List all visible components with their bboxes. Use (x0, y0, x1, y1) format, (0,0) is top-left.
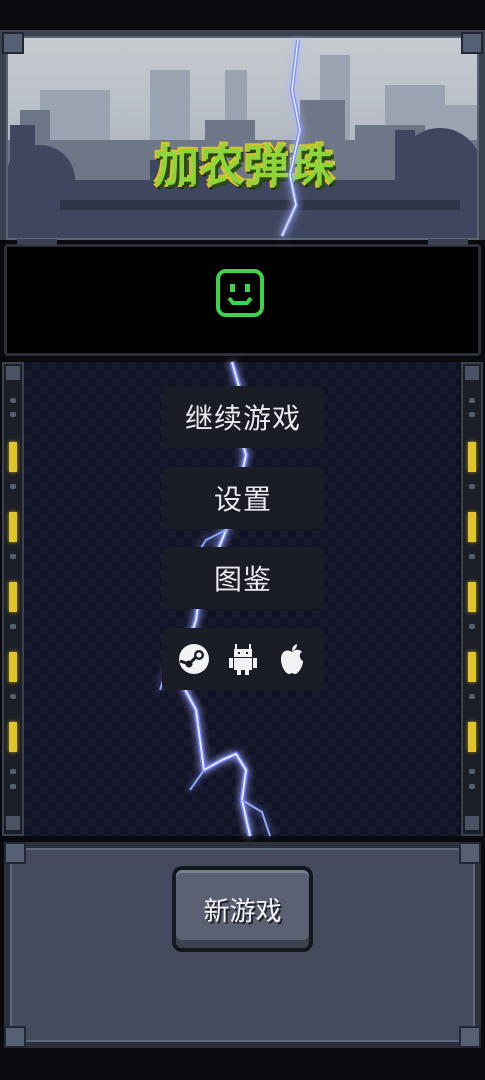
android-icon[interactable] (226, 642, 260, 676)
rail-light (468, 512, 476, 542)
panel-corner-rivet (4, 1026, 26, 1048)
continue-game-button[interactable]: 继续游戏 (162, 386, 324, 448)
platform-links (162, 628, 324, 690)
smiley-face-icon (216, 269, 264, 317)
compendium-button[interactable]: 图鉴 (162, 547, 324, 609)
panel-corner-rivet (459, 1026, 481, 1048)
game-title: 加农弹珠 (155, 141, 335, 192)
right-rail (461, 362, 483, 836)
apple-icon[interactable] (275, 642, 309, 676)
rail-light (9, 512, 17, 542)
panel-corner-rivet (4, 842, 26, 864)
rail-light (9, 722, 17, 752)
rail-light (468, 722, 476, 752)
rail-light (9, 442, 17, 472)
banner-corner-rivet (461, 32, 483, 54)
rail-light (9, 652, 17, 682)
panel-corner-rivet (459, 842, 481, 864)
rail-light (468, 582, 476, 612)
banner-corner-rivet (2, 32, 24, 54)
rail-light (9, 582, 17, 612)
steam-icon[interactable] (177, 642, 211, 676)
new-game-button[interactable]: 新游戏 (172, 866, 313, 952)
status-panel (4, 239, 481, 356)
rail-light (468, 442, 476, 472)
left-rail (2, 362, 24, 836)
title-banner: 加农弹珠 (0, 30, 485, 240)
rail-light (468, 652, 476, 682)
settings-button[interactable]: 设置 (162, 467, 324, 529)
